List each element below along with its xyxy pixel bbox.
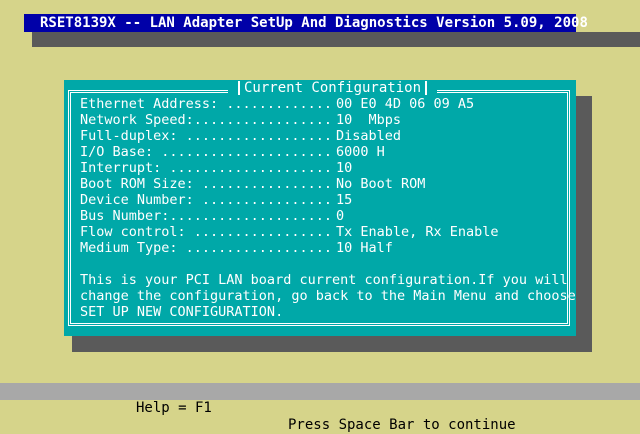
config-row-device-number: Device Number: ................ 15 (80, 192, 499, 208)
config-value: Tx Enable, Rx Enable (336, 224, 499, 240)
info-message-line: SET UP NEW CONFIGURATION. (80, 304, 284, 320)
config-row-medium-type: Medium Type: .................. 10 Half (80, 240, 499, 256)
continue-hint[interactable]: Press Space Bar to continue (288, 417, 516, 434)
title-right-tick (425, 81, 428, 95)
app-title-bar: RSET8139X -- LAN Adapter SetUp And Diagn… (24, 14, 588, 32)
info-message-line: This is your PCI LAN board current confi… (80, 272, 568, 288)
config-row-flow-control: Flow control: ................. Tx Enable… (80, 224, 499, 240)
config-row-network-speed: Network Speed:................. 10 Mbps (80, 112, 499, 128)
config-value: 6000 H (336, 144, 385, 160)
panel-title-text: Current Configuration (244, 80, 422, 96)
config-value: No Boot ROM (336, 176, 426, 192)
config-label: Boot ROM Size: ................ (80, 176, 332, 192)
config-value: 10 (336, 160, 353, 176)
title-bar-shadow (32, 32, 640, 47)
config-value: 10 Mbps (336, 112, 402, 128)
config-value: Disabled (336, 128, 402, 144)
config-row-full-duplex: Full-duplex: .................. Disabled (80, 128, 499, 144)
info-message: This is your PCI LAN board current confi… (80, 272, 576, 320)
config-label: Medium Type: .................. (80, 240, 332, 256)
config-label: Full-duplex: .................. (80, 128, 332, 144)
config-value: 10 Half (336, 240, 393, 256)
config-label: Device Number: ................ (80, 192, 332, 208)
config-row-ethernet-address: Ethernet Address: ............. 00 E0 4D … (80, 96, 499, 112)
title-left-tick (238, 81, 240, 95)
config-label: Bus Number:.................... (80, 208, 332, 224)
config-label: Interrupt: .................... (80, 160, 332, 176)
config-value: 15 (336, 192, 353, 208)
config-list: Ethernet Address: ............. 00 E0 4D … (80, 96, 499, 256)
config-row-bus-number: Bus Number:.................... 0 (80, 208, 499, 224)
info-message-line: change the configuration, go back to the… (80, 288, 576, 304)
panel-title: Current Configuration (228, 80, 438, 96)
config-label: I/O Base: ..................... (80, 144, 332, 160)
config-label: Ethernet Address: ............. (80, 96, 332, 112)
config-row-interrupt: Interrupt: .................... 10 (80, 160, 499, 176)
config-row-boot-rom-size: Boot ROM Size: ................ No Boot R… (80, 176, 499, 192)
config-label: Network Speed:................. (80, 112, 332, 128)
help-hint: Help = F1 (136, 400, 212, 416)
config-row-io-base: I/O Base: ..................... 6000 H (80, 144, 499, 160)
current-configuration-panel: Current Configuration Ethernet Address: … (64, 80, 576, 336)
config-label: Flow control: ................. (80, 224, 332, 240)
config-value: 0 (336, 208, 345, 224)
status-bar: Help = F1 Press Space Bar to continue (0, 383, 640, 433)
config-value: 00 E0 4D 06 09 A5 (336, 96, 475, 112)
